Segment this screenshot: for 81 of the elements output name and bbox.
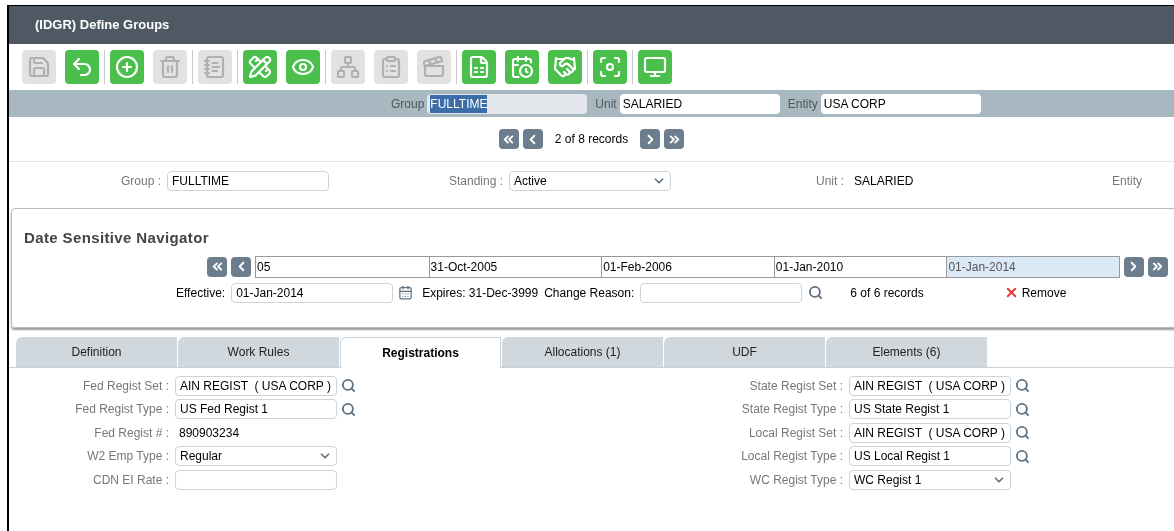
previous-date-button[interactable]	[231, 256, 251, 277]
tab[interactable]: Allocations (1)	[502, 337, 663, 367]
next-record-button[interactable]	[640, 129, 661, 149]
field-label: Entity	[1112, 173, 1142, 190]
monitor-icon[interactable]	[638, 50, 672, 84]
lookup-field[interactable]: AIN REGIST ( USA CORP )	[849, 422, 1011, 443]
expires-text: Expires: 31-Dec-3999	[422, 284, 539, 302]
lookup-field[interactable]: AIN REGIST ( USA CORP )	[849, 375, 1011, 396]
unit-value: SALARIED	[854, 173, 915, 190]
lookup-field[interactable]: AIN REGIST ( USA CORP )	[175, 375, 337, 396]
first-record-button[interactable]	[498, 129, 519, 149]
notebook-icon[interactable]	[198, 50, 232, 84]
field-label: Fed Regist Type :	[74, 401, 170, 419]
standing-select[interactable]: Active	[509, 171, 671, 191]
lookup-field[interactable]: US Local Regist 1	[849, 446, 1011, 467]
search-icon[interactable]	[808, 285, 824, 300]
header-field[interactable]: SALARIED	[619, 93, 780, 114]
next-date-button[interactable]	[1123, 256, 1144, 277]
field-label: W2 Emp Type :	[86, 448, 170, 466]
focus-icon[interactable]	[593, 50, 627, 84]
hierarchy-icon[interactable]	[331, 50, 365, 84]
pencil-icon[interactable]	[243, 50, 277, 84]
field-label: Local Regist Type :	[740, 448, 844, 466]
input-field[interactable]	[175, 469, 337, 490]
last-record-button[interactable]	[664, 129, 685, 149]
field-label: Change Reason:	[544, 284, 635, 302]
search-icon[interactable]	[1015, 401, 1030, 417]
tab[interactable]: Registrations	[340, 337, 501, 368]
field-label: State Regist Type :	[740, 401, 844, 419]
trash-icon[interactable]	[153, 50, 187, 84]
select-field[interactable]: WC Regist 1	[849, 469, 1011, 490]
record-count: 6 of 6 records	[850, 284, 924, 302]
select-field[interactable]: Regular	[175, 446, 337, 467]
field-label: Effective:	[176, 284, 226, 302]
header-label: Group	[391, 95, 425, 113]
lookup-field[interactable]: US Fed Regist 1	[175, 399, 337, 420]
search-icon[interactable]	[1015, 425, 1030, 441]
group-input[interactable]: FULLTIME	[167, 171, 329, 191]
tab[interactable]: UDF	[664, 337, 825, 367]
search-icon[interactable]	[341, 378, 356, 394]
eye-icon[interactable]	[286, 50, 320, 84]
header-field[interactable]: USA CORP	[820, 93, 981, 114]
field-label: Group :	[119, 173, 162, 190]
search-icon[interactable]	[341, 401, 356, 417]
field-label: Fed Regist # :	[93, 424, 170, 442]
field-value: 890903234	[178, 424, 241, 442]
field-label: Fed Regist Set :	[81, 377, 170, 395]
spreadsheet-icon[interactable]	[462, 50, 496, 84]
lookup-field[interactable]: US State Regist 1	[849, 399, 1011, 420]
field-label: Unit :	[815, 173, 845, 190]
window-title: (IDGR) Define Groups	[35, 16, 170, 35]
search-icon[interactable]	[1015, 448, 1030, 464]
add-icon[interactable]	[110, 50, 144, 84]
handshake-icon[interactable]	[548, 50, 582, 84]
save-icon[interactable]	[22, 50, 56, 84]
field-label: WC Regist Type :	[748, 471, 844, 489]
field-label: Local Regist Set :	[747, 424, 844, 442]
date-cell[interactable]: 01-Jan-2014	[946, 256, 1119, 277]
clapperboard-icon[interactable]	[417, 50, 451, 84]
section-title: Date Sensitive Navigator	[24, 228, 210, 248]
last-date-button[interactable]	[1147, 256, 1168, 277]
tab[interactable]: Definition	[16, 337, 177, 367]
clipboard-icon[interactable]	[374, 50, 408, 84]
calendar-icon[interactable]	[398, 285, 414, 300]
undo-icon[interactable]	[65, 50, 99, 84]
field-label: State Regist Set :	[748, 377, 844, 395]
tab[interactable]: Elements (6)	[826, 337, 987, 367]
search-icon[interactable]	[1015, 378, 1030, 394]
field-label: Standing :	[447, 173, 504, 190]
field-label: CDN EI Rate :	[91, 471, 170, 489]
header-label: Unit	[595, 95, 617, 113]
record-count: 2 of 8 records	[554, 131, 629, 148]
previous-record-button[interactable]	[522, 129, 543, 149]
calendar-icon[interactable]	[505, 50, 539, 84]
tab[interactable]: Work Rules	[178, 337, 339, 367]
effective-date-input[interactable]: 01-Jan-2014	[231, 282, 394, 303]
first-date-button[interactable]	[207, 256, 227, 277]
change-reason-input[interactable]	[640, 282, 803, 303]
remove-button[interactable]: Remove	[1003, 283, 1067, 302]
header-field[interactable]: FULLTIME	[427, 93, 588, 114]
header-label: Entity	[787, 95, 818, 113]
